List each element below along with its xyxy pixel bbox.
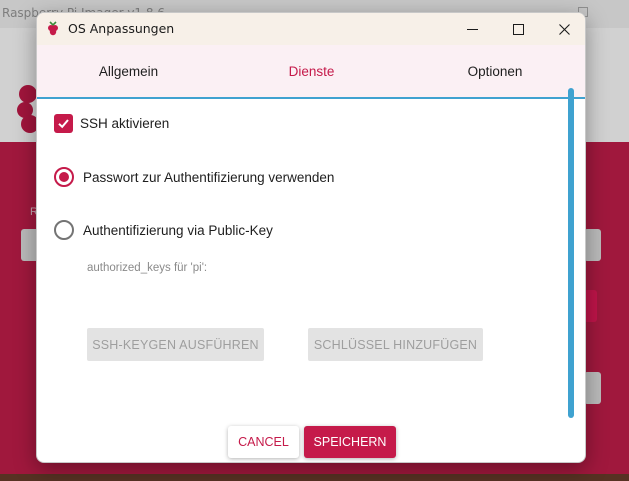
password-auth-label: Passwort zur Authentifizierung verwenden — [83, 169, 335, 185]
dialog-title: OS Anpassungen — [68, 21, 175, 36]
authorized-keys-label: authorized_keys für 'pi': — [87, 262, 208, 274]
raspberry-icon — [48, 21, 58, 36]
tab-dienste[interactable]: Dienste — [220, 45, 403, 97]
minimize-icon — [466, 28, 478, 30]
radio-selected-dot — [59, 172, 69, 182]
dialog-titlebar: OS Anpassungen — [37, 13, 585, 45]
os-customization-dialog: OS Anpassungen Allgemein Dienste Optione… — [36, 12, 586, 463]
maximize-icon — [512, 23, 524, 35]
maximize-button[interactable] — [495, 13, 541, 45]
save-button[interactable]: SPEICHERN — [304, 426, 396, 458]
close-icon — [558, 23, 570, 35]
close-button[interactable] — [541, 13, 585, 45]
public-key-auth-label: Authentifizierung via Public-Key — [83, 222, 273, 238]
public-key-auth-row: Authentifizierung via Public-Key — [54, 220, 273, 240]
add-key-button[interactable]: SCHLÜSSEL HINZUFÜGEN — [308, 328, 483, 361]
ssh-enable-row: SSH aktivieren — [54, 114, 169, 133]
public-key-auth-radio[interactable] — [54, 220, 74, 240]
tab-optionen[interactable]: Optionen — [403, 45, 585, 97]
ssh-enable-label: SSH aktivieren — [80, 116, 170, 131]
cancel-button[interactable]: CANCEL — [228, 426, 299, 458]
tab-allgemein[interactable]: Allgemein — [37, 45, 220, 97]
ssh-enable-checkbox[interactable] — [54, 114, 73, 133]
checkmark-icon — [58, 119, 69, 129]
ssh-keygen-button[interactable]: SSH-KEYGEN AUSFÜHREN — [87, 328, 264, 361]
password-auth-row: Passwort zur Authentifizierung verwenden — [54, 167, 334, 187]
minimize-button[interactable] — [449, 13, 495, 45]
password-auth-radio[interactable] — [54, 167, 74, 187]
vertical-scrollbar[interactable] — [568, 88, 574, 418]
services-tab-content: SSH aktivieren Passwort zur Authentifizi… — [37, 99, 585, 429]
tab-bar: Allgemein Dienste Optionen — [37, 45, 585, 99]
